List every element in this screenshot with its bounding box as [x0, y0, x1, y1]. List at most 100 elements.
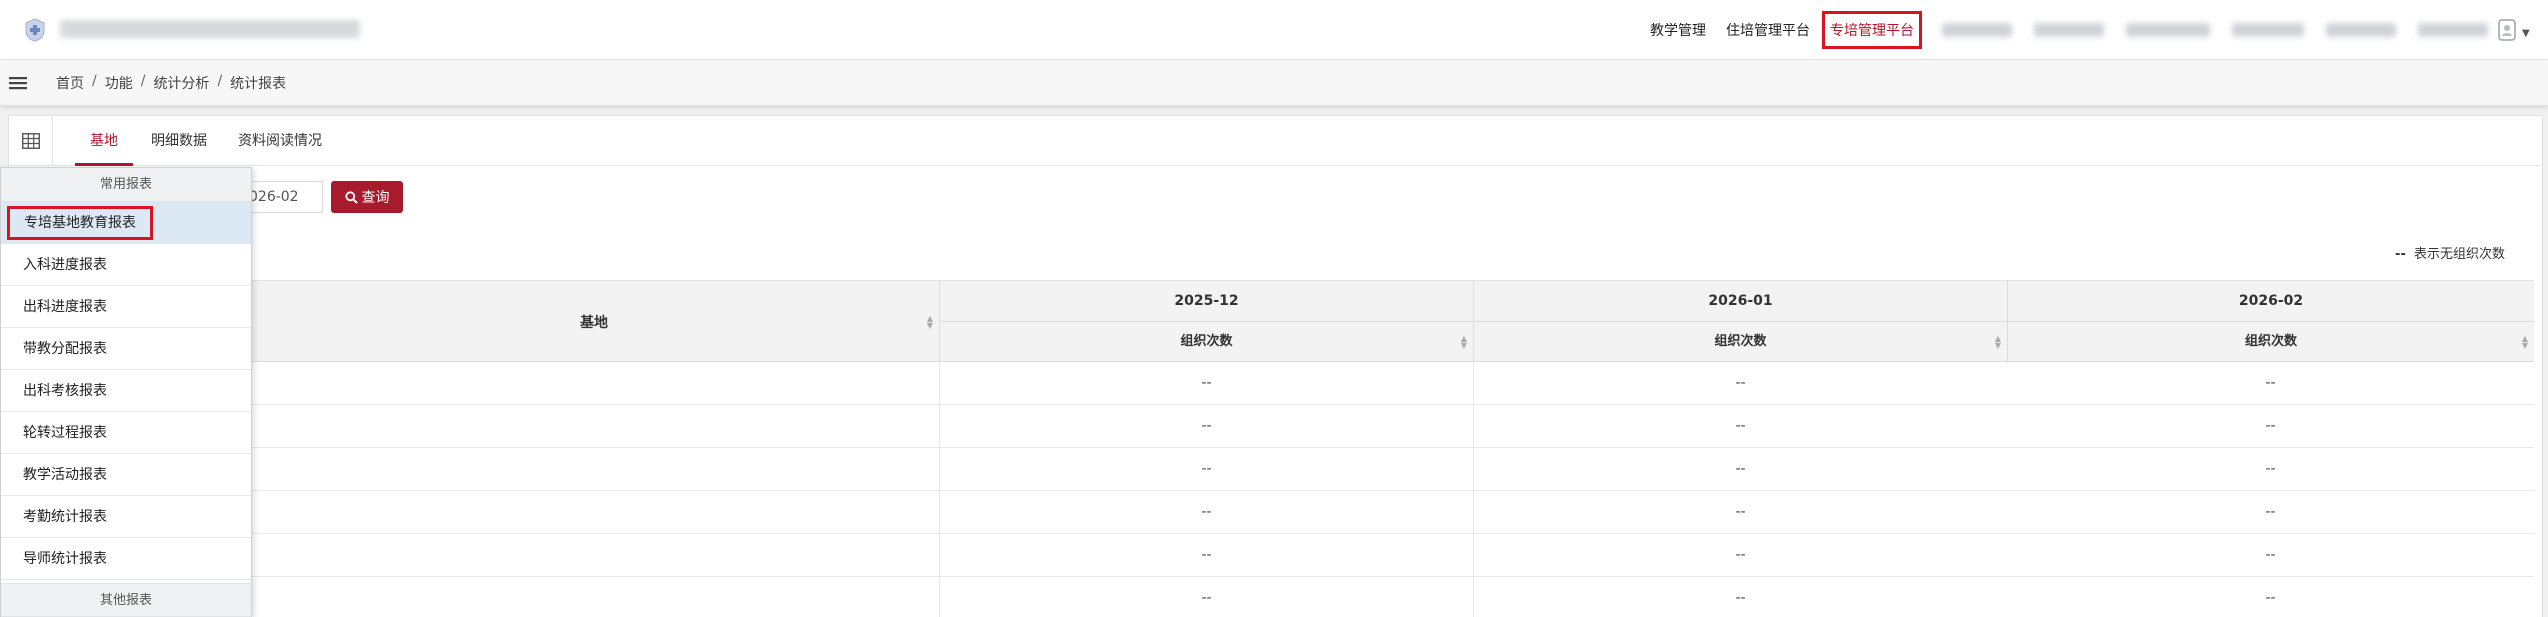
menu-group-common: 常用报表 [1, 168, 251, 202]
table-cell [249, 362, 939, 405]
table-cell: -- [939, 534, 1473, 577]
menu-group-other[interactable]: 其他报表 [1, 583, 251, 617]
table-row: -- -- -- [249, 405, 2534, 448]
chevron-down-icon[interactable]: ▼ [2522, 28, 2530, 39]
month-header: 2025-12 [940, 281, 1473, 322]
table-cell: -- [1473, 405, 2007, 448]
table-cell: -- [2265, 418, 2276, 434]
nav-item-blurred[interactable] [2232, 23, 2304, 37]
tab-bar: 基地 明细数据 资料阅读情况 [9, 116, 2542, 166]
report-card: 基地 明细数据 资料阅读情况 026-02 查询 -- 表示无组织次数 基地 ▲… [8, 115, 2543, 617]
tab-reading-status[interactable]: 资料阅读情况 [238, 116, 322, 166]
table-cell [249, 448, 939, 491]
legend-mark: -- [2395, 247, 2406, 262]
nav-item-blurred[interactable] [2326, 23, 2396, 37]
table-cell: -- [1473, 491, 2007, 534]
report-type-menu: 常用报表 专培基地教育报表 入科进度报表 出科进度报表 带教分配报表 出科考核报… [0, 167, 252, 617]
sort-icon[interactable]: ▲ ▼ [927, 315, 933, 330]
menu-item-rotation-process[interactable]: 轮转过程报表 [1, 412, 251, 454]
table-cell: -- [939, 362, 1473, 405]
search-icon [344, 190, 358, 204]
column-header-base[interactable]: 基地 ▲ ▼ [249, 281, 939, 363]
breadcrumb-home[interactable]: 首页 [56, 73, 84, 93]
table-cell: -- [2265, 375, 2276, 391]
column-header-count[interactable]: 组织次数 ▲ ▼ [1474, 322, 2007, 362]
table-cell: -- [939, 405, 1473, 448]
report-menu-button[interactable] [9, 116, 53, 166]
menu-item-entry-progress[interactable]: 入科进度报表 [1, 244, 251, 286]
nav-specialist-platform[interactable]: 专培管理平台 [1822, 11, 1922, 49]
table-cell: -- [1473, 362, 2007, 405]
nav-teaching-management[interactable]: 教学管理 [1650, 20, 1706, 40]
table-cell: -- [1473, 577, 2007, 617]
table-row: -- -- -- [249, 362, 2534, 405]
table-cell: -- [2265, 504, 2276, 520]
system-name-blurred [60, 20, 360, 38]
table-cell: -- [939, 448, 1473, 491]
column-group-month-2: 2026-01 组织次数 ▲ ▼ [1473, 281, 2007, 363]
table-cell: -- [1473, 534, 2007, 577]
table-cell [249, 405, 939, 448]
tab-detail-data[interactable]: 明细数据 [151, 116, 207, 166]
user-avatar-icon[interactable] [2496, 18, 2518, 42]
column-group-month-3: 2026-02 组织次数 ▲ ▼ [2007, 281, 2534, 363]
breadcrumb-separator: / [92, 73, 97, 89]
table-grid-icon [21, 133, 40, 149]
sort-icon[interactable]: ▲ ▼ [1461, 335, 1467, 350]
legend-note: -- 表示无组织次数 [2395, 243, 2505, 262]
nav-item-blurred[interactable] [1942, 23, 2012, 37]
table-cell: -- [2265, 590, 2276, 606]
table-body: -- -- -- -- -- -- -- -- -- -- -- -- -- -… [249, 362, 2534, 617]
menu-toggle-icon[interactable] [8, 73, 28, 93]
nav-item-blurred[interactable] [2034, 23, 2104, 37]
menu-item-teaching-assignment[interactable]: 带教分配报表 [1, 328, 251, 370]
table-header: 基地 ▲ ▼ 2025-12 组织次数 ▲ ▼ 2026-01 组织次数 ▲ ▼ 20… [249, 280, 2534, 363]
table-row: -- -- -- [249, 577, 2534, 617]
table-cell: -- [2265, 547, 2276, 563]
table-cell: -- [939, 577, 1473, 617]
sort-icon[interactable]: ▲ ▼ [2522, 335, 2528, 350]
nav-item-blurred[interactable] [2418, 23, 2488, 37]
menu-item-label: 专培基地教育报表 [7, 206, 153, 240]
table-cell [249, 491, 939, 534]
column-header-count-label: 组织次数 [2244, 334, 2297, 349]
query-button[interactable]: 查询 [331, 181, 403, 213]
table-row: -- -- -- [249, 491, 2534, 534]
table-row: -- -- -- [249, 448, 2534, 491]
menu-item-exit-assessment[interactable]: 出科考核报表 [1, 370, 251, 412]
month-header: 2026-02 [2008, 281, 2534, 322]
table-cell: -- [2265, 461, 2276, 477]
query-button-label: 查询 [361, 190, 390, 206]
nav-item-blurred[interactable] [2126, 23, 2210, 37]
breadcrumb-separator: / [217, 73, 223, 89]
menu-item-exit-progress[interactable]: 出科进度报表 [1, 286, 251, 328]
table-cell: -- [939, 491, 1473, 534]
menu-item-attendance[interactable]: 考勤统计报表 [1, 496, 251, 538]
top-navigation: 教学管理 住培管理平台 专培管理平台 [1650, 0, 2510, 60]
column-group-month-1: 2025-12 组织次数 ▲ ▼ [939, 281, 1473, 363]
menu-item-specialist-base-education[interactable]: 专培基地教育报表 [1, 202, 251, 244]
table-cell [249, 577, 939, 617]
breadcrumb-reports: 统计报表 [230, 76, 287, 92]
sort-icon[interactable]: ▲ ▼ [1995, 335, 2001, 350]
column-header-base-label: 基地 [580, 315, 608, 331]
column-header-count[interactable]: 组织次数 ▲ ▼ [940, 322, 1473, 362]
table-row: -- -- -- [249, 534, 2534, 577]
nav-residency-platform[interactable]: 住培管理平台 [1726, 20, 1810, 40]
month-header: 2026-01 [1474, 281, 2007, 322]
column-header-count[interactable]: 组织次数 ▲ ▼ [2008, 322, 2534, 362]
column-header-count-label: 组织次数 [1180, 334, 1233, 349]
table-cell: -- [1473, 448, 2007, 491]
tab-base[interactable]: 基地 [75, 116, 133, 166]
breadcrumb: 首页 / 功能 / 统计分析 / 统计报表 [56, 73, 286, 93]
menu-item-tutor-statistics[interactable]: 导师统计报表 [1, 538, 251, 580]
column-header-count-label: 组织次数 [1714, 334, 1767, 349]
breadcrumb-bar: 首页 / 功能 / 统计分析 / 统计报表 [0, 60, 2548, 106]
top-header: 教学管理 住培管理平台 专培管理平台 ▼ [0, 0, 2548, 60]
menu-item-teaching-activity[interactable]: 教学活动报表 [1, 454, 251, 496]
breadcrumb-separator: / [140, 73, 146, 89]
table-cell [249, 534, 939, 577]
breadcrumb-function[interactable]: 功能 [105, 73, 133, 93]
statistics-table: 基地 ▲ ▼ 2025-12 组织次数 ▲ ▼ 2026-01 组织次数 ▲ ▼ 20… [249, 280, 2534, 617]
breadcrumb-statistics[interactable]: 统计分析 [153, 73, 209, 93]
